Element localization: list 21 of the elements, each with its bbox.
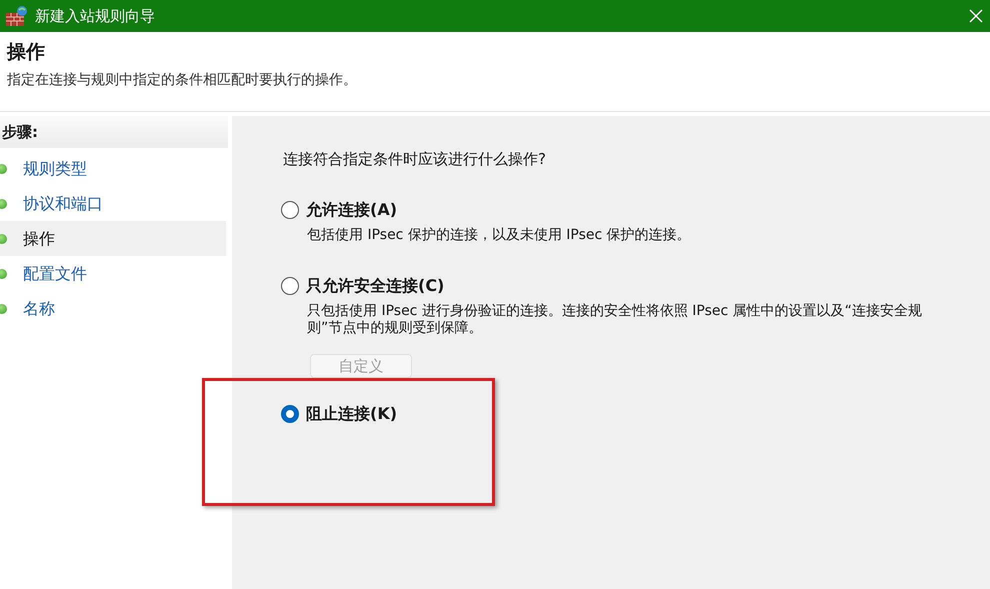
- firewall-icon: [5, 5, 29, 27]
- step-item[interactable]: 操作: [0, 221, 226, 256]
- radio-button[interactable]: [281, 404, 299, 422]
- radio-option[interactable]: 阻止连接(K): [281, 402, 990, 426]
- step-item[interactable]: 配置文件: [0, 256, 226, 291]
- step-item[interactable]: 规则类型: [0, 151, 226, 186]
- window-title: 新建入站规则向导: [35, 6, 155, 27]
- steps-heading: 步骤:: [0, 116, 228, 148]
- step-item[interactable]: 协议和端口: [0, 186, 226, 221]
- radio-option[interactable]: 允许连接(A): [281, 198, 990, 222]
- question-text: 连接符合指定条件时应该进行什么操作?: [283, 149, 547, 170]
- radio-button[interactable]: [281, 200, 299, 218]
- page-description: 指定在连接与规则中指定的条件相匹配时要执行的操作。: [7, 71, 358, 90]
- radio-button[interactable]: [281, 276, 299, 294]
- step-item[interactable]: 名称: [0, 291, 226, 326]
- close-button[interactable]: [968, 8, 984, 24]
- close-icon: [969, 9, 983, 23]
- radio-option[interactable]: 只允许安全连接(C): [281, 274, 990, 298]
- option-description: 只包括使用 IPsec 进行身份验证的连接。连接的安全性将依照 IPsec 属性中的设置以及“连接安全规则”节点中的规则受到保障。: [307, 302, 923, 336]
- option-description: 包括使用 IPsec 保护的连接，以及未使用 IPsec 保护的连接。: [307, 226, 692, 244]
- page-title: 操作: [7, 40, 46, 65]
